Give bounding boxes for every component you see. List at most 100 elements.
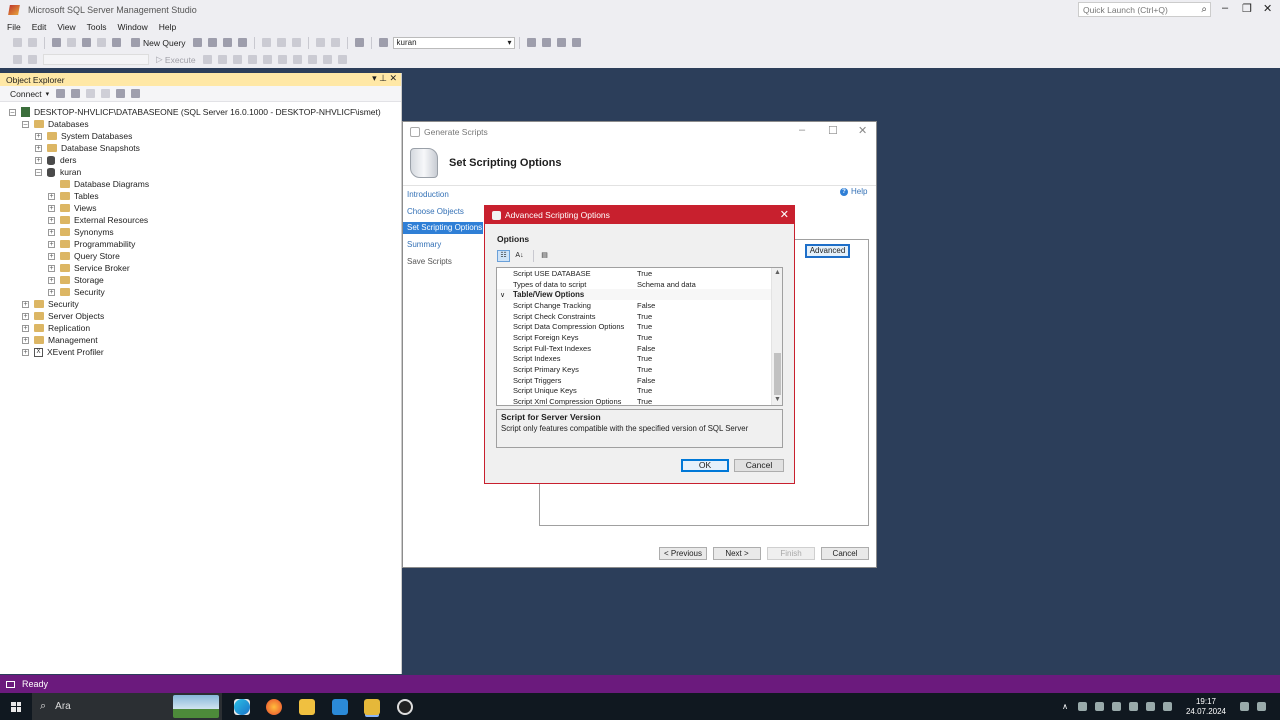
nav-choose-objects[interactable]: Choose Objects — [406, 206, 464, 218]
obs-icon[interactable] — [397, 699, 413, 715]
connect-dropdown[interactable]: Connect — [10, 89, 42, 99]
copy-icon[interactable] — [276, 38, 286, 47]
file-explorer-icon[interactable] — [299, 699, 315, 715]
tree-node-query-store[interactable]: + Query Store — [48, 250, 120, 262]
tray-app-icon[interactable] — [1094, 702, 1104, 711]
nav-summary[interactable]: Summary — [406, 239, 441, 251]
tree-node-external-resources[interactable]: + External Resources — [48, 214, 148, 226]
tree-node-programmability[interactable]: + Programmability — [48, 238, 135, 250]
new-query-button[interactable]: New Query — [128, 38, 186, 48]
disconnect-icon[interactable] — [71, 89, 81, 98]
nav-save-scripts[interactable]: Save Scripts — [406, 256, 452, 268]
dmx-query-icon[interactable] — [207, 38, 217, 47]
collapse-icon[interactable]: – — [35, 168, 42, 176]
dax-query-icon[interactable] — [237, 38, 247, 47]
property-row[interactable]: Script Primary Keys True — [497, 364, 773, 375]
menu-window[interactable]: Window — [117, 22, 147, 32]
back-icon[interactable] — [13, 38, 22, 47]
menu-edit[interactable]: Edit — [32, 22, 47, 32]
menu-file[interactable]: File — [7, 22, 21, 32]
tree-node-kuran[interactable]: – kuran — [35, 166, 81, 178]
tree-node-system-databases[interactable]: + System Databases — [35, 130, 132, 142]
expand-icon[interactable]: + — [35, 132, 42, 140]
tree-node-replication[interactable]: + Replication — [22, 322, 90, 334]
new-file-icon[interactable] — [67, 38, 76, 47]
wizard-close-button[interactable]: ✕ — [858, 124, 867, 137]
wizard-cancel-button[interactable]: Cancel — [821, 547, 869, 560]
indent-icon[interactable] — [322, 55, 332, 64]
ok-button[interactable]: OK — [681, 459, 729, 472]
advanced-button[interactable]: Advanced — [805, 244, 850, 258]
expand-icon[interactable]: + — [48, 240, 55, 248]
tree-node-xevent-profiler[interactable]: + X XEvent Profiler — [22, 346, 104, 358]
expand-icon[interactable]: + — [48, 264, 55, 272]
expand-icon[interactable]: + — [48, 204, 55, 212]
mdx-query-icon[interactable] — [192, 38, 202, 47]
file-output-icon[interactable] — [277, 55, 287, 64]
expand-icon[interactable]: + — [22, 312, 29, 320]
wrench-icon[interactable] — [541, 38, 551, 47]
expand-icon[interactable]: + — [48, 252, 55, 260]
find-icon[interactable] — [378, 38, 388, 47]
menu-tools[interactable]: Tools — [87, 22, 107, 32]
grid-icon[interactable] — [262, 55, 272, 64]
tree-node-server-objects[interactable]: + Server Objects — [22, 310, 104, 322]
property-row[interactable]: Script Indexes True — [497, 353, 773, 364]
chevron-up-icon[interactable]: ∧ — [1062, 702, 1068, 711]
dialog-close-button[interactable]: ✕ — [780, 208, 789, 221]
scroll-thumb[interactable] — [774, 353, 781, 395]
tree-node-management[interactable]: + Management — [22, 334, 98, 346]
tree-node-ders[interactable]: + ders — [35, 154, 77, 166]
properties-icon[interactable] — [526, 38, 536, 47]
connect-icon[interactable] — [13, 55, 22, 64]
parse-icon[interactable] — [217, 55, 227, 64]
connect-plug-icon[interactable] — [56, 89, 66, 98]
filter-icon[interactable] — [101, 89, 111, 98]
property-pages-icon[interactable]: ▤ — [538, 250, 551, 262]
tree-node-server[interactable]: – DESKTOP-NHVLICF\DATABASEONE (SQL Server… — [9, 106, 381, 118]
wizard-minimize-button[interactable]: – — [799, 124, 805, 136]
categorized-icon[interactable]: ☷ — [497, 250, 510, 262]
undo-icon[interactable] — [315, 38, 325, 47]
uncomment-icon[interactable] — [307, 55, 317, 64]
tray-app-icon[interactable] — [1111, 702, 1121, 711]
results-icon[interactable] — [247, 55, 257, 64]
taskbar-clock[interactable]: 19:17 24.07.2024 — [1186, 697, 1226, 717]
minimize-button[interactable]: – — [1222, 2, 1228, 14]
expand-icon[interactable]: + — [22, 336, 29, 344]
property-row[interactable]: Script Xml Compression Options True — [497, 396, 773, 405]
expand-icon[interactable]: + — [35, 144, 42, 152]
expand-icon[interactable]: + — [22, 324, 29, 332]
alphabetical-icon[interactable]: A↓ — [513, 250, 526, 262]
menu-help[interactable]: Help — [159, 22, 176, 32]
tree-node-tables[interactable]: + Tables — [48, 190, 99, 202]
edge-icon[interactable] — [234, 699, 250, 715]
property-row[interactable]: Script Unique Keys True — [497, 385, 773, 396]
database-select-disabled[interactable] — [43, 54, 149, 65]
previous-button[interactable]: < Previous — [659, 547, 707, 560]
chevron-down-icon[interactable]: ∨ — [500, 291, 505, 299]
expand-icon[interactable]: + — [22, 348, 29, 356]
stop-icon[interactable] — [86, 89, 96, 98]
vscode-icon[interactable] — [332, 699, 348, 715]
plan-icon[interactable] — [232, 55, 242, 64]
solution-config-icon[interactable] — [354, 38, 364, 47]
nav-set-scripting-options[interactable]: Set Scripting Options — [403, 222, 483, 234]
property-row[interactable]: Script Foreign Keys True — [497, 332, 773, 343]
tree-node-db-security[interactable]: + Security — [48, 286, 105, 298]
dialog-cancel-button[interactable]: Cancel — [734, 459, 784, 472]
tray-app-icon[interactable] — [1257, 702, 1266, 711]
next-button[interactable]: Next > — [713, 547, 761, 560]
stop-icon[interactable] — [202, 55, 212, 64]
wizard-maximize-button[interactable]: ☐ — [828, 124, 838, 137]
change-connection-icon[interactable] — [28, 55, 37, 64]
expand-icon[interactable]: + — [48, 216, 55, 224]
property-row[interactable]: Script USE DATABASE True — [497, 268, 773, 279]
expand-icon[interactable]: + — [48, 192, 55, 200]
tree-node-database-diagrams[interactable]: Database Diagrams — [60, 178, 149, 190]
scroll-down-icon[interactable]: ▼ — [773, 395, 782, 405]
property-grid-scrollbar[interactable]: ▲ ▼ — [771, 268, 782, 405]
xmla-query-icon[interactable] — [222, 38, 232, 47]
expand-icon[interactable]: + — [48, 228, 55, 236]
tree-node-synonyms[interactable]: + Synonyms — [48, 226, 114, 238]
